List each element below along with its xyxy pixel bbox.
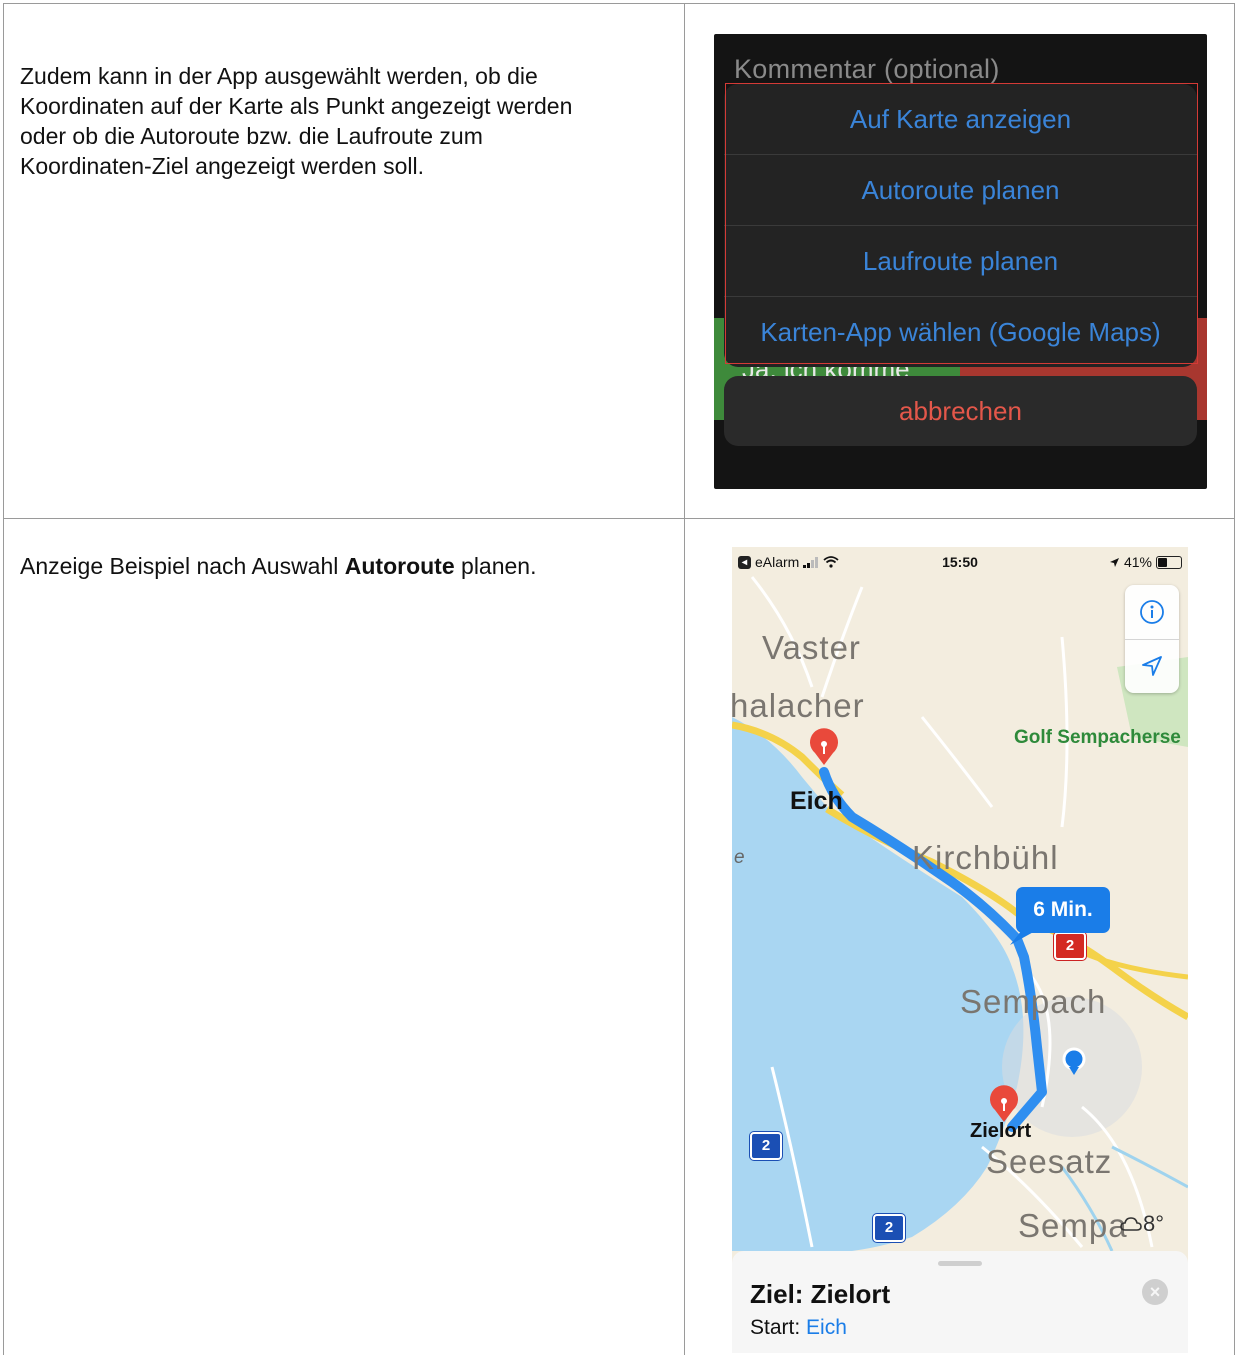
weather-temperature: 8° — [1143, 1211, 1165, 1236]
action-sheet-screenshot: Kommentar (optional) Ja, ich komme Auf K… — [714, 34, 1207, 489]
map-label-zielort: Zielort — [970, 1120, 1032, 1142]
location-arrow-icon — [1142, 656, 1162, 676]
action-sheet: Auf Karte anzeigen Autoroute planen Lauf… — [724, 84, 1197, 367]
status-bar-right: 41% — [1109, 554, 1182, 570]
info-icon — [1140, 600, 1164, 624]
cancel-button[interactable]: abbrechen — [724, 376, 1197, 446]
close-icon[interactable]: × — [1142, 1279, 1168, 1305]
row2-text-after: planen. — [454, 553, 537, 579]
start-location-link[interactable]: Eich — [806, 1316, 847, 1339]
map-label-kirchbuehl: Kirchbühl — [912, 839, 1059, 876]
table-row-divider — [3, 518, 1235, 519]
start-line: Start: Eich — [750, 1316, 847, 1340]
road-badge: 2 — [873, 1214, 905, 1242]
start-pin — [810, 728, 838, 765]
show-on-map-option[interactable]: Auf Karte anzeigen — [724, 84, 1197, 155]
comment-field[interactable]: Kommentar (optional) — [734, 54, 1000, 85]
table-border-top — [3, 3, 1235, 4]
route-card[interactable]: Ziel: Zielort Start: Eich × — [732, 1251, 1188, 1353]
info-button[interactable] — [1125, 585, 1179, 639]
map-label-seesatz: Seesatz — [986, 1143, 1113, 1180]
destination-title: Ziel: Zielort — [750, 1279, 891, 1309]
plan-car-route-option[interactable]: Autoroute planen — [724, 155, 1197, 226]
map-label-vaster: Vaster — [762, 629, 861, 666]
map-label-golf: Golf Sempacherse — [1014, 727, 1181, 748]
map-screenshot: Vaster halacher Golf Sempacherse Eich e … — [732, 547, 1188, 1353]
row2-text-before: Anzeige Beispiel nach Auswahl — [20, 553, 345, 579]
row1-line: Koordinaten-Ziel angezeigt werden soll. — [20, 153, 425, 179]
battery-fill — [1158, 557, 1167, 567]
map-label-chalacher: halacher — [732, 687, 865, 724]
row2-description: Anzeige Beispiel nach Auswahl Autoroute … — [20, 551, 670, 581]
battery-percent: 41% — [1123, 554, 1152, 570]
locate-button[interactable] — [1125, 639, 1179, 693]
row2-text-bold: Autoroute — [344, 553, 455, 579]
table-border-right — [1234, 3, 1235, 1355]
status-bar: ◂ eAlarm 15:50 41% — [732, 547, 1188, 577]
road-badge: 2 — [750, 1132, 782, 1160]
row1-line: oder ob die Autoroute bzw. die Laufroute… — [20, 123, 483, 149]
road-badge: 2 — [1054, 932, 1086, 960]
table-column-divider — [684, 3, 685, 1355]
cloud-icon — [1120, 1217, 1142, 1231]
choose-map-app-option[interactable]: Karten-App wählen (Google Maps) — [724, 297, 1197, 367]
plan-walking-route-option[interactable]: Laufroute planen — [724, 226, 1197, 297]
row1-description: Zudem kann in der App ausgewählt werden,… — [20, 61, 670, 181]
map-label-sempa: Sempa — [1018, 1207, 1128, 1244]
map-label-e: e — [734, 847, 745, 868]
table-border-left — [3, 3, 4, 1355]
row1-line: Zudem kann in der App ausgewählt werden,… — [20, 63, 538, 89]
start-label: Start: — [750, 1316, 807, 1339]
battery-icon — [1156, 555, 1182, 569]
weather-indicator: 8° — [1120, 1211, 1164, 1237]
map-label-sempach: Sempach — [960, 983, 1107, 1020]
location-services-icon — [1109, 557, 1119, 567]
map-label-eich: Eich — [790, 787, 843, 815]
map-controls — [1125, 585, 1179, 693]
row1-line: Koordinaten auf der Karte als Punkt ange… — [20, 93, 573, 119]
drag-handle[interactable] — [938, 1261, 982, 1266]
route-time-callout[interactable]: 6 Min. — [1016, 887, 1110, 933]
